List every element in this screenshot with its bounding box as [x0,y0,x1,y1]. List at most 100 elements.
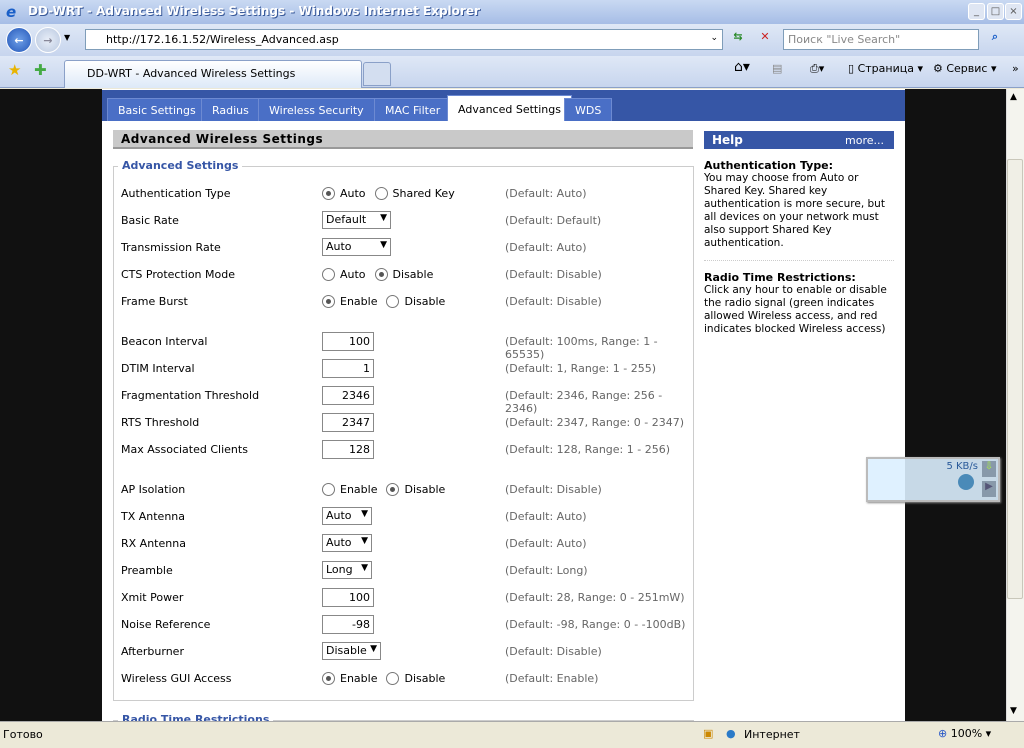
tab-basic-settings[interactable]: Basic Settings [107,98,207,121]
radio-option[interactable]: Disable [386,483,445,496]
radio-option[interactable]: Enable [322,483,377,496]
zoom-control[interactable]: ⊕ 100% ▾ [938,727,991,740]
address-bar[interactable]: http://172.16.1.52/Wireless_Advanced.asp… [85,29,723,50]
radio-button[interactable] [386,483,400,496]
noise-reference-input[interactable]: -98 [322,615,374,634]
page-menu[interactable]: ▯ Страница ▾ [848,62,923,75]
max-associated-clients-input[interactable]: 128 [322,440,374,459]
search-placeholder: Поиск "Live Search" [788,33,901,46]
tab-advanced-settings[interactable]: Advanced Settings [447,95,572,121]
fragmentation-threshold-input[interactable]: 2346 [322,386,374,405]
radio-button[interactable] [374,268,388,281]
tab-wireless-security[interactable]: Wireless Security [258,98,375,121]
select-value: Auto [326,509,352,522]
setting-label: Frame Burst [121,295,188,308]
tab-wds[interactable]: WDS [564,98,613,121]
zoom-icon: ⊕ [938,727,948,740]
radio-label: Enable [340,295,378,308]
authentication-type-radio-group: Auto Shared Key [322,187,464,200]
help-more-link[interactable]: more... [845,134,884,147]
tab-radius[interactable]: Radius [201,98,260,121]
radio-label: Disable [404,483,446,496]
help-title: Help [712,133,743,147]
setting-label: Beacon Interval [121,335,208,348]
beacon-interval-input[interactable]: 100 [322,332,374,351]
rx-antenna-select[interactable]: Auto ▼ [322,534,372,552]
radio-button[interactable] [322,268,335,281]
scroll-up-icon[interactable]: ▲ [1010,92,1017,102]
page-menu-label: Страница [857,62,914,75]
help-panel: Help more... Authentication Type: You may… [704,131,894,346]
history-dropdown-icon[interactable]: ▼ [64,33,70,42]
xmit-power-input[interactable]: 100 [322,588,374,607]
radio-label: Disable [404,295,446,308]
address-dropdown-icon[interactable]: ⌄ [710,33,718,43]
new-tab-button[interactable] [363,62,391,86]
scroll-down-icon[interactable]: ▼ [1010,706,1017,716]
radio-button[interactable] [322,187,335,200]
protected-mode-icon: ▣ [703,727,714,740]
favorites-star-icon[interactable]: ★ [8,61,21,79]
radio-button[interactable] [322,295,335,308]
close-button[interactable]: × [1005,3,1022,20]
tab-mac-filter[interactable]: MAC Filter [374,98,452,121]
scrollbar-thumb[interactable] [1007,159,1023,599]
transmission-rate-select[interactable]: Auto ▼ [322,238,391,256]
browser-tab[interactable]: DD-WRT - Advanced Wireless Settings [64,60,362,88]
search-input[interactable]: Поиск "Live Search" [783,29,979,50]
refresh-icon[interactable]: ⇆ [728,30,748,50]
setting-label: CTS Protection Mode [121,268,235,281]
search-icon[interactable]: ⌕ [985,30,1005,50]
download-icon[interactable]: ⇩ [982,461,996,477]
maximize-button[interactable]: □ [987,3,1004,20]
dtim-interval-input[interactable]: 1 [322,359,374,378]
chevron-down-icon: ▼ [370,644,377,654]
play-icon[interactable]: ▶ [982,481,996,497]
help-header: Help more... [704,131,894,149]
feeds-icon[interactable]: ▤ [772,62,782,75]
chevron-more-icon[interactable]: » [1012,62,1019,75]
back-button[interactable]: ← [6,27,32,53]
setting-row-authentication-type: Authentication Type Auto Shared Key (Defaul… [102,185,692,205]
stop-icon[interactable]: ✕ [755,30,775,50]
radio-button[interactable] [322,483,335,496]
afterburner-select[interactable]: Disable ▼ [322,642,381,660]
radio-button[interactable] [386,295,400,308]
setting-row-fragmentation-threshold: Fragmentation Threshold 2346 (Default: 234… [102,386,692,415]
preamble-select[interactable]: Long ▼ [322,561,372,579]
radio-label: Shared Key [392,187,455,200]
ap-isolation-radio-group: Enable Disable [322,483,454,496]
print-icon[interactable]: ⎙▾ [810,62,824,76]
radio-option[interactable]: Enable [322,295,377,308]
radio-label: Enable [340,483,378,496]
radio-button[interactable] [374,187,388,200]
setting-row-wireless-gui-access: Wireless GUI Access Enable Disable (Default… [102,670,692,690]
setting-label: Basic Rate [121,214,179,227]
radio-option[interactable]: Disable [386,672,445,685]
setting-label: Afterburner [121,645,184,658]
setting-label: AP Isolation [121,483,186,496]
radio-option[interactable]: Auto [322,187,366,200]
tools-menu[interactable]: ⚙ Сервис ▾ [933,62,997,75]
radio-option[interactable]: Disable [386,295,445,308]
radio-option[interactable]: Shared Key [374,187,455,200]
rts-threshold-input[interactable]: 2347 [322,413,374,432]
setting-label: RTS Threshold [121,416,200,429]
radio-button[interactable] [322,672,335,685]
basic-rate-select[interactable]: Default ▼ [322,211,391,229]
add-favorite-icon[interactable]: ✚ [34,61,47,79]
home-icon[interactable]: ⌂▾ [734,59,750,75]
default-hint: (Default: Default) [505,214,602,227]
tx-antenna-select[interactable]: Auto ▼ [322,507,372,525]
radio-option[interactable]: Auto [322,268,366,281]
radio-button[interactable] [386,672,400,685]
radio-option[interactable]: Disable [374,268,433,281]
setting-label: Preamble [121,564,173,577]
setting-label: Xmit Power [121,591,184,604]
minimize-button[interactable]: _ [968,3,985,20]
default-hint: (Default: 28, Range: 0 - 251mW) [505,591,685,604]
forward-button[interactable]: → [35,27,61,53]
network-speed-widget[interactable]: 5 KB/s ⇩ ▶ [866,457,1000,502]
radio-option[interactable]: Enable [322,672,377,685]
help-text: You may choose from Auto or Shared Key. … [704,172,894,261]
